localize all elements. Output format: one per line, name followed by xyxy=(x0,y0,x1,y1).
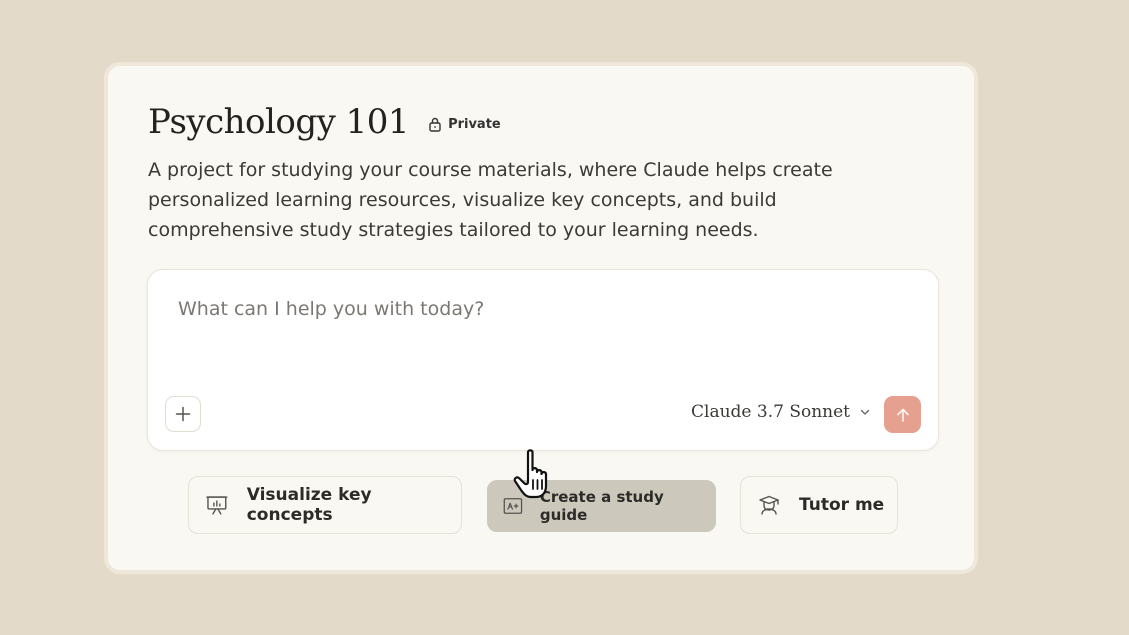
description-line: comprehensive study strategies tailored … xyxy=(148,219,759,241)
send-button[interactable] xyxy=(884,396,921,433)
chat-composer[interactable]: What can I help you with today? Claude 3… xyxy=(147,269,939,451)
project-description: A project for studying your course mater… xyxy=(148,155,908,245)
message-input[interactable]: What can I help you with today? xyxy=(178,298,484,320)
plus-icon xyxy=(175,406,191,422)
description-line: personalized learning resources, visuali… xyxy=(148,189,777,211)
add-content-button[interactable] xyxy=(165,396,201,432)
presentation-chart-icon xyxy=(206,496,228,515)
hand-pointer-icon xyxy=(513,449,548,499)
model-label: Claude 3.7 Sonnet xyxy=(691,402,850,422)
title-row: Psychology 101 Private xyxy=(148,102,501,142)
graduate-icon xyxy=(759,495,779,515)
create-study-guide-label: Create a study guide xyxy=(539,488,664,524)
model-selector[interactable]: Claude 3.7 Sonnet xyxy=(691,402,871,422)
private-label: Private xyxy=(448,116,501,132)
tutor-me-label: Tutor me xyxy=(799,495,885,515)
visualize-key-concepts-button[interactable]: Visualize key concepts xyxy=(188,476,462,534)
chevron-down-icon xyxy=(860,409,870,415)
description-line: A project for studying your course mater… xyxy=(148,159,833,181)
project-title: Psychology 101 xyxy=(148,102,410,142)
lock-icon xyxy=(429,117,441,132)
private-badge: Private xyxy=(427,116,501,132)
visualize-key-concepts-label: Visualize key concepts xyxy=(246,485,372,525)
arrow-up-icon xyxy=(896,408,909,422)
tutor-me-button[interactable]: Tutor me xyxy=(740,476,898,534)
